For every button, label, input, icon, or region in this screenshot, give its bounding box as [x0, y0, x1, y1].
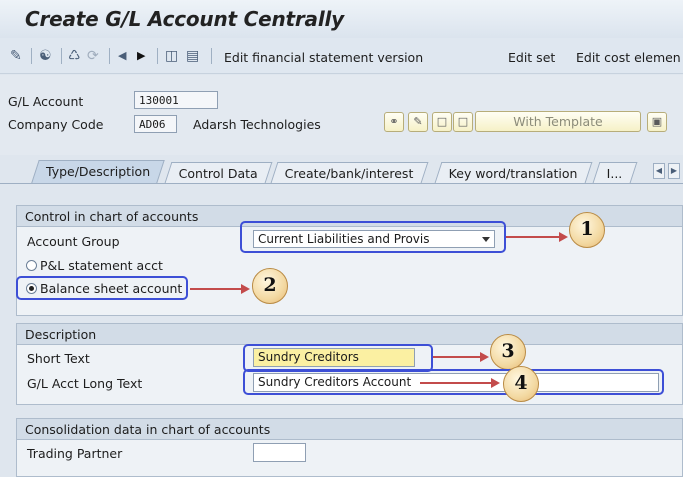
long-text-label: G/L Acct Long Text — [27, 376, 143, 391]
with-template-button[interactable]: With Template — [475, 111, 641, 132]
account-group-label: Account Group — [27, 234, 120, 249]
window-title: Create G/L Account Centrally — [25, 7, 344, 31]
change-display-icon[interactable]: ✎ — [10, 49, 22, 63]
arrow-line — [190, 288, 242, 290]
pl-statement-label: P&L statement acct — [40, 258, 163, 273]
edit-fs-version-button[interactable]: Edit financial statement version — [224, 50, 423, 65]
tab-key-word-translation[interactable]: Key word/translation — [434, 162, 593, 183]
pl-statement-radio[interactable] — [26, 260, 37, 271]
marker-1: 1 — [569, 212, 605, 248]
toolbar-separator — [157, 48, 158, 64]
document-icon[interactable]: ▤ — [186, 49, 199, 63]
next-icon[interactable]: ▶ — [137, 49, 145, 63]
tab-label: Type/Description — [46, 164, 151, 179]
tab-information[interactable]: I... — [592, 162, 638, 183]
pencil-icon[interactable]: ✎ — [408, 112, 428, 132]
arrow-line — [506, 236, 560, 238]
arrow-head-icon — [559, 232, 568, 242]
edit-set-button[interactable]: Edit set — [508, 50, 555, 65]
tab-label: Create/bank/interest — [284, 166, 414, 181]
arrow-line — [420, 382, 492, 384]
create-icon[interactable]: □ — [453, 112, 473, 132]
tab-label: I... — [606, 166, 623, 181]
description-group-heading: Description — [17, 324, 682, 345]
highlight-short-text — [243, 344, 433, 372]
lock-icon[interactable]: ▣ — [647, 112, 667, 132]
toolbar-separator — [31, 48, 32, 64]
trading-partner-input[interactable] — [253, 443, 306, 462]
short-text-label: Short Text — [27, 351, 90, 366]
prev-icon[interactable]: ◀ — [118, 49, 126, 63]
tab-type-description[interactable]: Type/Description — [31, 160, 165, 183]
arrow-head-icon — [241, 284, 250, 294]
tab-strip: Type/Description Control Data Create/ban… — [0, 155, 683, 183]
arrow-head-icon — [491, 378, 500, 388]
tab-control-data[interactable]: Control Data — [164, 162, 273, 183]
marker-2: 2 — [252, 268, 288, 304]
overview-icon[interactable]: ◫ — [165, 49, 178, 63]
arrows-icon[interactable]: ⟳ — [87, 49, 99, 63]
title-bar: Create G/L Account Centrally — [0, 0, 683, 38]
arrow-line — [433, 356, 481, 358]
highlight-account-group — [240, 221, 506, 253]
marker-4: 4 — [503, 366, 539, 402]
highlight-balance-sheet — [16, 276, 188, 300]
arrow-head-icon — [480, 352, 489, 362]
company-code-label: Company Code — [8, 117, 104, 132]
company-code-field[interactable]: AD06 — [134, 115, 177, 133]
toolbar-separator — [61, 48, 62, 64]
toolbar-separator — [211, 48, 212, 64]
gl-account-label: G/L Account — [8, 94, 84, 109]
gl-account-field[interactable]: 130001 — [134, 91, 218, 109]
application-toolbar: ✎ ☯ ♺ ⟳ ◀ ▶ ◫ ▤ Edit financial statement… — [0, 38, 683, 74]
company-name: Adarsh Technologies — [193, 117, 321, 132]
page-icon[interactable]: □ — [432, 112, 452, 132]
switch-icon[interactable]: ☯ — [39, 49, 52, 63]
flip-icon[interactable]: ♺ — [68, 49, 81, 63]
toolbar-separator — [109, 48, 110, 64]
consolidation-group-heading: Consolidation data in chart of accounts — [17, 419, 682, 440]
tab-scroll-left-icon[interactable]: ◀ — [653, 163, 665, 179]
marker-3: 3 — [490, 334, 526, 370]
tab-label: Control Data — [178, 166, 258, 181]
trading-partner-label: Trading Partner — [27, 446, 123, 461]
tab-create-bank-interest[interactable]: Create/bank/interest — [270, 162, 429, 183]
tab-label: Key word/translation — [448, 166, 578, 181]
glasses-icon[interactable]: ⚭ — [384, 112, 404, 132]
edit-cost-element-button[interactable]: Edit cost elemen — [576, 50, 681, 65]
tab-scroll-right-icon[interactable]: ▶ — [668, 163, 680, 179]
